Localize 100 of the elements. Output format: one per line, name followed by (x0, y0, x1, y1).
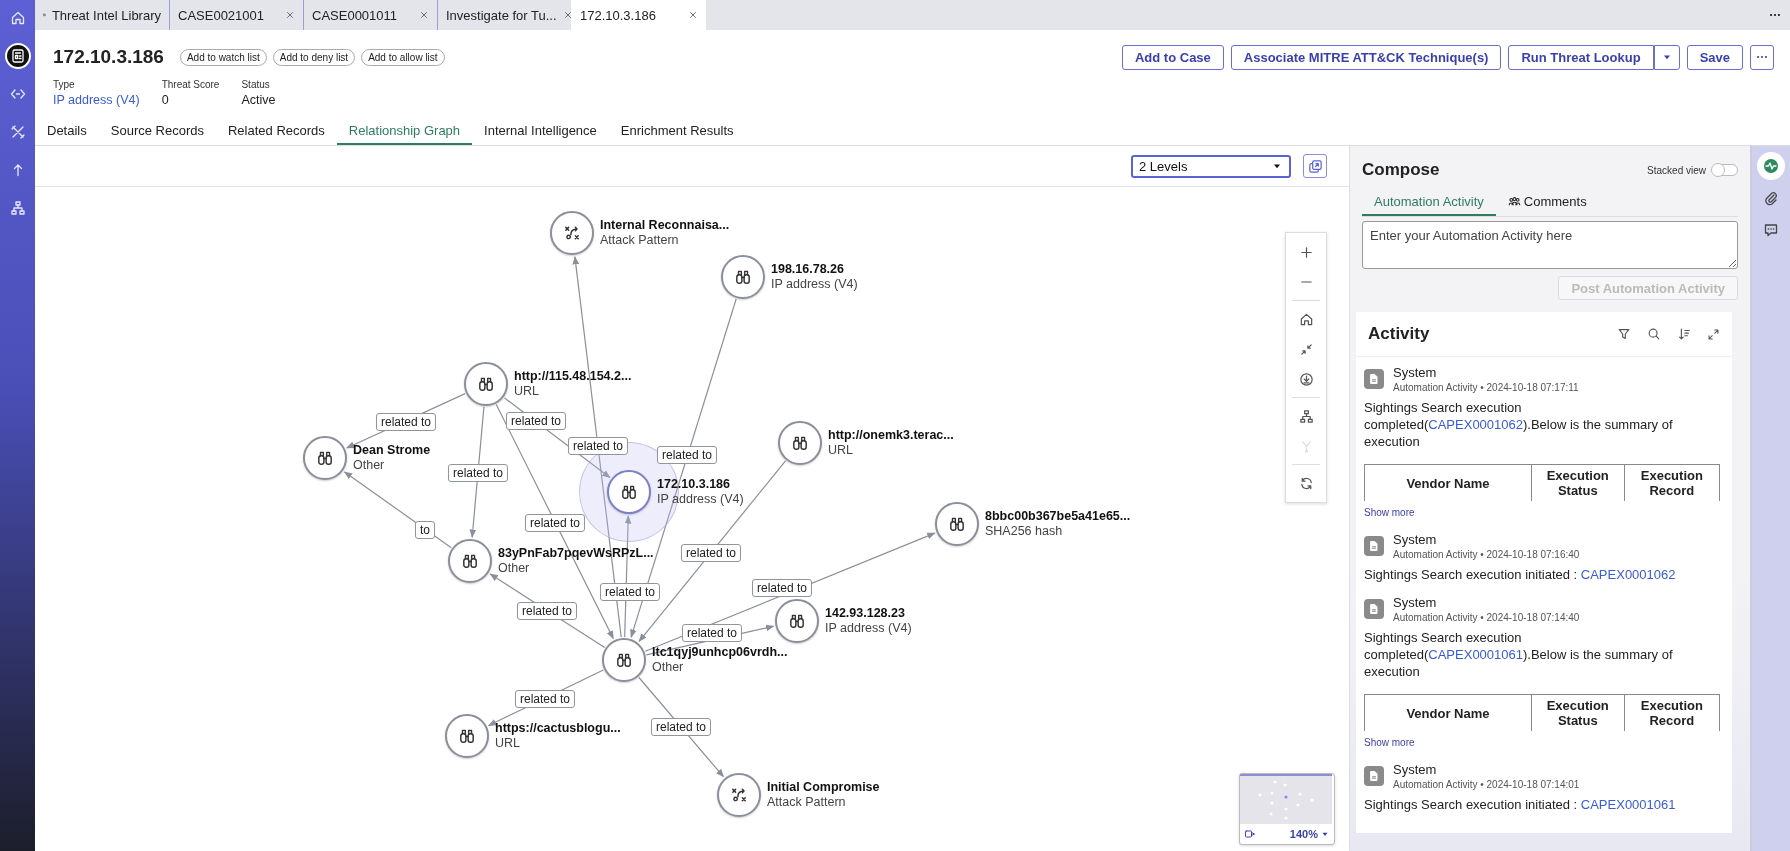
node-type: URL (495, 736, 521, 751)
graph-node[interactable] (778, 421, 822, 465)
tab-label: Investigate for Tu... (446, 7, 557, 23)
node-type: Other (652, 660, 685, 675)
graph-node[interactable] (775, 599, 819, 643)
section-tab[interactable]: Internal Intelligence (472, 118, 609, 145)
graph-node[interactable] (445, 714, 489, 758)
attack-pattern-icon (563, 224, 581, 242)
close-icon (562, 10, 573, 20)
more-button[interactable] (1750, 44, 1774, 70)
dropdown-button[interactable] (1653, 44, 1680, 70)
graph-node[interactable] (935, 502, 979, 546)
section-tab[interactable]: Source Records (98, 118, 216, 145)
activity-message: Sightings Search execution completed(CAPEX0001062).Below is the summary of execution (1364, 399, 1674, 450)
list-button[interactable]: Add to allow list (361, 48, 445, 66)
nav-button[interactable] (4, 43, 31, 69)
filter-icon (1617, 327, 1631, 341)
activity-input[interactable]: Enter your Automation Activity here (1362, 221, 1738, 269)
graph-node[interactable] (303, 436, 347, 480)
record-link[interactable]: CAPEX0001061 (1428, 647, 1523, 662)
node-name: 8bbc00b367be5a41e65... (985, 509, 1131, 524)
node-name: http://onemk3.terac... (828, 428, 954, 443)
graph-node[interactable] (602, 638, 646, 682)
graph-node[interactable] (607, 470, 651, 514)
column-header: Execution Record (1624, 464, 1720, 501)
field-value: 0 (161, 93, 170, 107)
open-window-button[interactable] (1303, 154, 1327, 178)
type-link[interactable]: IP address (V4) (53, 93, 140, 107)
list-button[interactable]: Add to watch list (179, 48, 267, 66)
section-tab[interactable]: Relationship Graph (336, 118, 473, 145)
binoculars-icon (458, 727, 476, 745)
graph-node[interactable] (464, 362, 508, 406)
section-tab[interactable]: Enrichment Results (608, 118, 746, 145)
zoom-level-select[interactable]: 140% (1289, 828, 1330, 840)
node-type: Other (498, 561, 531, 576)
activity-meta: Automation Activity • 2024-10-18 07:16:40 (1393, 549, 1580, 560)
compose-title: Compose (1362, 160, 1440, 180)
list-button[interactable]: Add to deny list (272, 48, 356, 66)
activity-message: Sightings Search execution completed(CAPEX0001061).Below is the summary of execution (1364, 629, 1674, 680)
attack-pattern-icon (730, 786, 748, 804)
section-tab[interactable]: Related Records (215, 118, 337, 145)
levels-select[interactable]: 2 Levels (1131, 154, 1291, 178)
relation-label: related to (506, 412, 566, 430)
relation-label: related to (682, 624, 742, 642)
activity-meta: Automation Activity • 2024-10-18 07:14:40 (1393, 612, 1580, 623)
node-type: URL (514, 384, 540, 399)
node-type: Attack Pattern (600, 233, 680, 248)
record-link[interactable]: CAPEX0001062 (1580, 567, 1676, 582)
section-tab[interactable]: Details (35, 118, 99, 145)
node-type: SHA256 hash (985, 524, 1064, 539)
graph-node[interactable] (448, 539, 492, 583)
field-label: Type (53, 79, 76, 90)
tab-label: Threat Intel Library (51, 7, 161, 23)
column-header: Vendor Name (1364, 464, 1532, 501)
binoculars-icon (615, 651, 633, 669)
activity-message: Sightings Search execution initiated : CAPEX0001061 (1364, 796, 1677, 813)
action-button[interactable]: Add to Case (1122, 44, 1224, 70)
tab-label: CASE0001011 (312, 7, 398, 23)
graph-node[interactable] (717, 773, 761, 817)
field-label: Threat Score (161, 79, 220, 90)
panel-icon (1244, 828, 1256, 840)
activity-author: System (1393, 365, 1438, 380)
show-more-link[interactable]: Show more (1364, 507, 1415, 518)
show-more-link[interactable]: Show more (1364, 737, 1415, 748)
column-header: Execution Record (1624, 694, 1720, 731)
record-link[interactable]: CAPEX0001062 (1428, 417, 1523, 432)
binoculars-icon (734, 268, 752, 286)
graph-node[interactable] (550, 211, 594, 255)
compose-tab[interactable]: Automation Activity (1362, 190, 1496, 216)
run-lookup-button[interactable]: Run Threat Lookup (1508, 44, 1654, 70)
activity-title: Activity (1368, 324, 1430, 344)
node-type: Other (353, 458, 386, 473)
record-link[interactable]: CAPEX0001061 (1580, 797, 1676, 812)
action-button[interactable]: Associate MITRE ATT&CK Technique(s) (1230, 44, 1502, 70)
record-tab[interactable]: Threat Intel Library (35, 0, 169, 30)
graph-node[interactable] (721, 255, 765, 299)
compose-tab[interactable]: Comments (1495, 190, 1599, 216)
toggle-switch[interactable] (1712, 164, 1738, 176)
binoculars-icon (948, 515, 966, 533)
sort-icon (1677, 327, 1691, 341)
hierarchy-icon (9, 200, 26, 216)
node-name: Dean Strome (353, 443, 431, 458)
activity-author: System (1393, 762, 1438, 777)
record-title: 172.10.3.186 (53, 46, 164, 68)
binoculars-icon (788, 612, 806, 630)
tab-label: 172.10.3.186 (580, 7, 656, 23)
close-icon (419, 10, 429, 20)
field-value: Active (241, 93, 276, 107)
search-icon (1647, 327, 1661, 341)
binoculars-icon (620, 483, 638, 501)
expand-icon (1707, 327, 1720, 341)
relation-label: related to (681, 544, 741, 562)
rail-button[interactable] (1757, 152, 1785, 180)
record-tab[interactable]: CASE0001011 (303, 0, 437, 30)
record-tab[interactable]: CASE0021001 (169, 0, 303, 30)
record-tab[interactable]: 172.10.3.186 (571, 0, 706, 30)
action-button[interactable]: Save (1686, 44, 1743, 70)
node-type: Attack Pattern (767, 795, 847, 810)
node-name: 83yPnFab7pqevWsRPzL... (498, 546, 654, 561)
close-icon (688, 10, 698, 20)
